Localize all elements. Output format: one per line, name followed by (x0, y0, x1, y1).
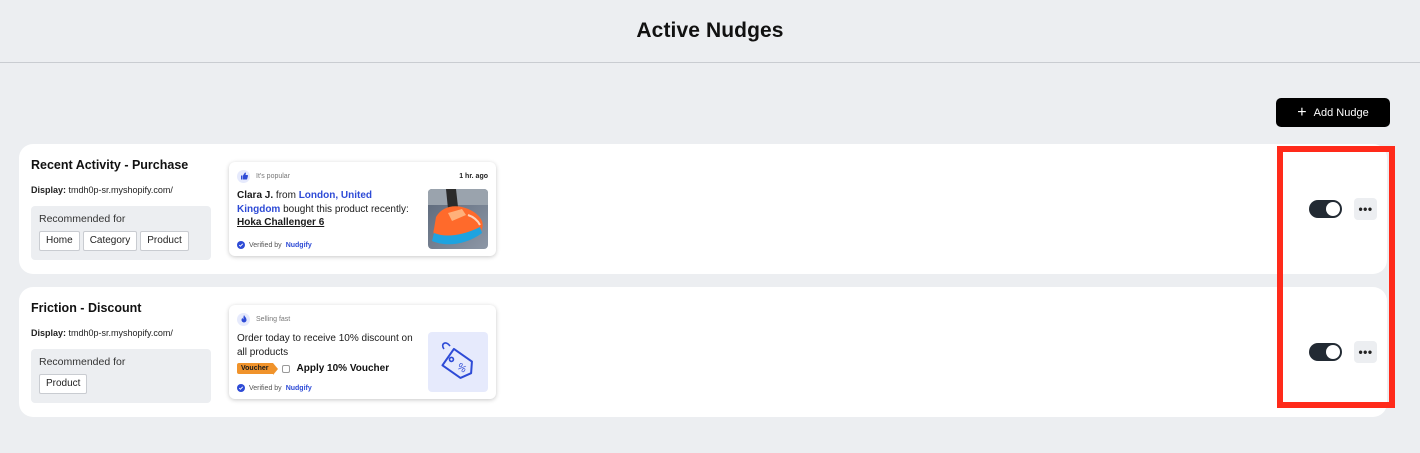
tag-category: Category (82, 231, 138, 251)
thumbs-up-icon (237, 169, 250, 183)
from-text: from (275, 190, 296, 201)
tag-list: Product (39, 374, 203, 394)
verified-by-text: Verified by (249, 241, 282, 249)
product-name: Hoka Challenger 6 (237, 217, 325, 228)
preview-message: Clara J. from London, United Kingdom bou… (237, 189, 417, 230)
nudge-card-friction-discount: Friction - Discount Display: tmdh0p-sr.m… (19, 287, 1387, 417)
display-value: tmdh0p-sr.myshopify.com/ (68, 185, 173, 195)
customer-name: Clara J. (237, 190, 274, 201)
page-header: Active Nudges (0, 0, 1420, 63)
verifier-name: Nudgify (285, 384, 312, 392)
page-title: Active Nudges (636, 19, 784, 42)
nudge-enabled-toggle[interactable] (1309, 343, 1342, 361)
nudge-preview: Selling fast Order today to receive 10% … (229, 305, 496, 399)
recommended-for-box: Recommended for Product (31, 349, 211, 403)
nudge-card-recent-activity: Recent Activity - Purchase Display: tmdh… (19, 144, 1387, 274)
nudge-display: Display: tmdh0p-sr.myshopify.com/ (31, 328, 211, 338)
flame-icon (237, 312, 250, 326)
add-nudge-label: Add Nudge (1313, 106, 1369, 119)
voucher-checkbox[interactable] (281, 364, 290, 373)
nudge-preview: It's popular 1 hr. ago Clara J. from Lon… (229, 162, 496, 256)
more-options-icon[interactable]: ••• (1354, 341, 1377, 363)
apply-voucher-label: Apply 10% Voucher (296, 363, 390, 374)
bought-text: bought this product recently: (283, 203, 409, 215)
tag-list: Home Category Product (39, 231, 203, 251)
nudge-info: Recent Activity - Purchase Display: tmdh… (31, 158, 211, 260)
nudge-title: Recent Activity - Purchase (31, 158, 189, 172)
preview-time: 1 hr. ago (459, 172, 488, 180)
display-label: Display: (31, 328, 67, 338)
toggle-knob (1326, 345, 1340, 359)
tag-product: Product (140, 231, 189, 251)
nudge-enabled-toggle[interactable] (1309, 200, 1342, 218)
preview-header: Selling fast (237, 312, 488, 326)
verified-row: Verified by Nudgify (237, 241, 312, 249)
plus-icon: + (1297, 103, 1307, 121)
tag-product: Product (39, 374, 88, 394)
svg-text:%: % (455, 361, 469, 375)
recommended-label: Recommended for (39, 213, 126, 225)
nudge-display: Display: tmdh0p-sr.myshopify.com/ (31, 185, 211, 195)
preview-message: Order today to receive 10% discount on a… (237, 333, 413, 358)
tag-home: Home (39, 231, 80, 251)
preview-tagline: Selling fast (256, 315, 291, 323)
product-image (428, 189, 488, 249)
recommended-for-box: Recommended for Home Category Product (31, 206, 211, 260)
nudge-title: Friction - Discount (31, 301, 142, 315)
check-badge-icon (237, 384, 245, 392)
discount-tag-image: % (428, 332, 488, 392)
nudge-info: Friction - Discount Display: tmdh0p-sr.m… (31, 301, 211, 403)
voucher-tag: Voucher (237, 363, 277, 375)
toggle-knob (1326, 202, 1340, 216)
preview-header: It's popular 1 hr. ago (237, 169, 488, 183)
display-value: tmdh0p-sr.myshopify.com/ (68, 328, 173, 338)
preview-tagline: It's popular (256, 172, 291, 180)
verified-by-text: Verified by (249, 384, 282, 392)
recommended-label: Recommended for (39, 356, 126, 368)
add-nudge-button[interactable]: + Add Nudge (1276, 98, 1390, 127)
more-options-icon[interactable]: ••• (1354, 198, 1377, 220)
verified-row: Verified by Nudgify (237, 384, 312, 392)
display-label: Display: (31, 185, 67, 195)
verifier-name: Nudgify (285, 241, 312, 249)
check-badge-icon (237, 241, 245, 249)
